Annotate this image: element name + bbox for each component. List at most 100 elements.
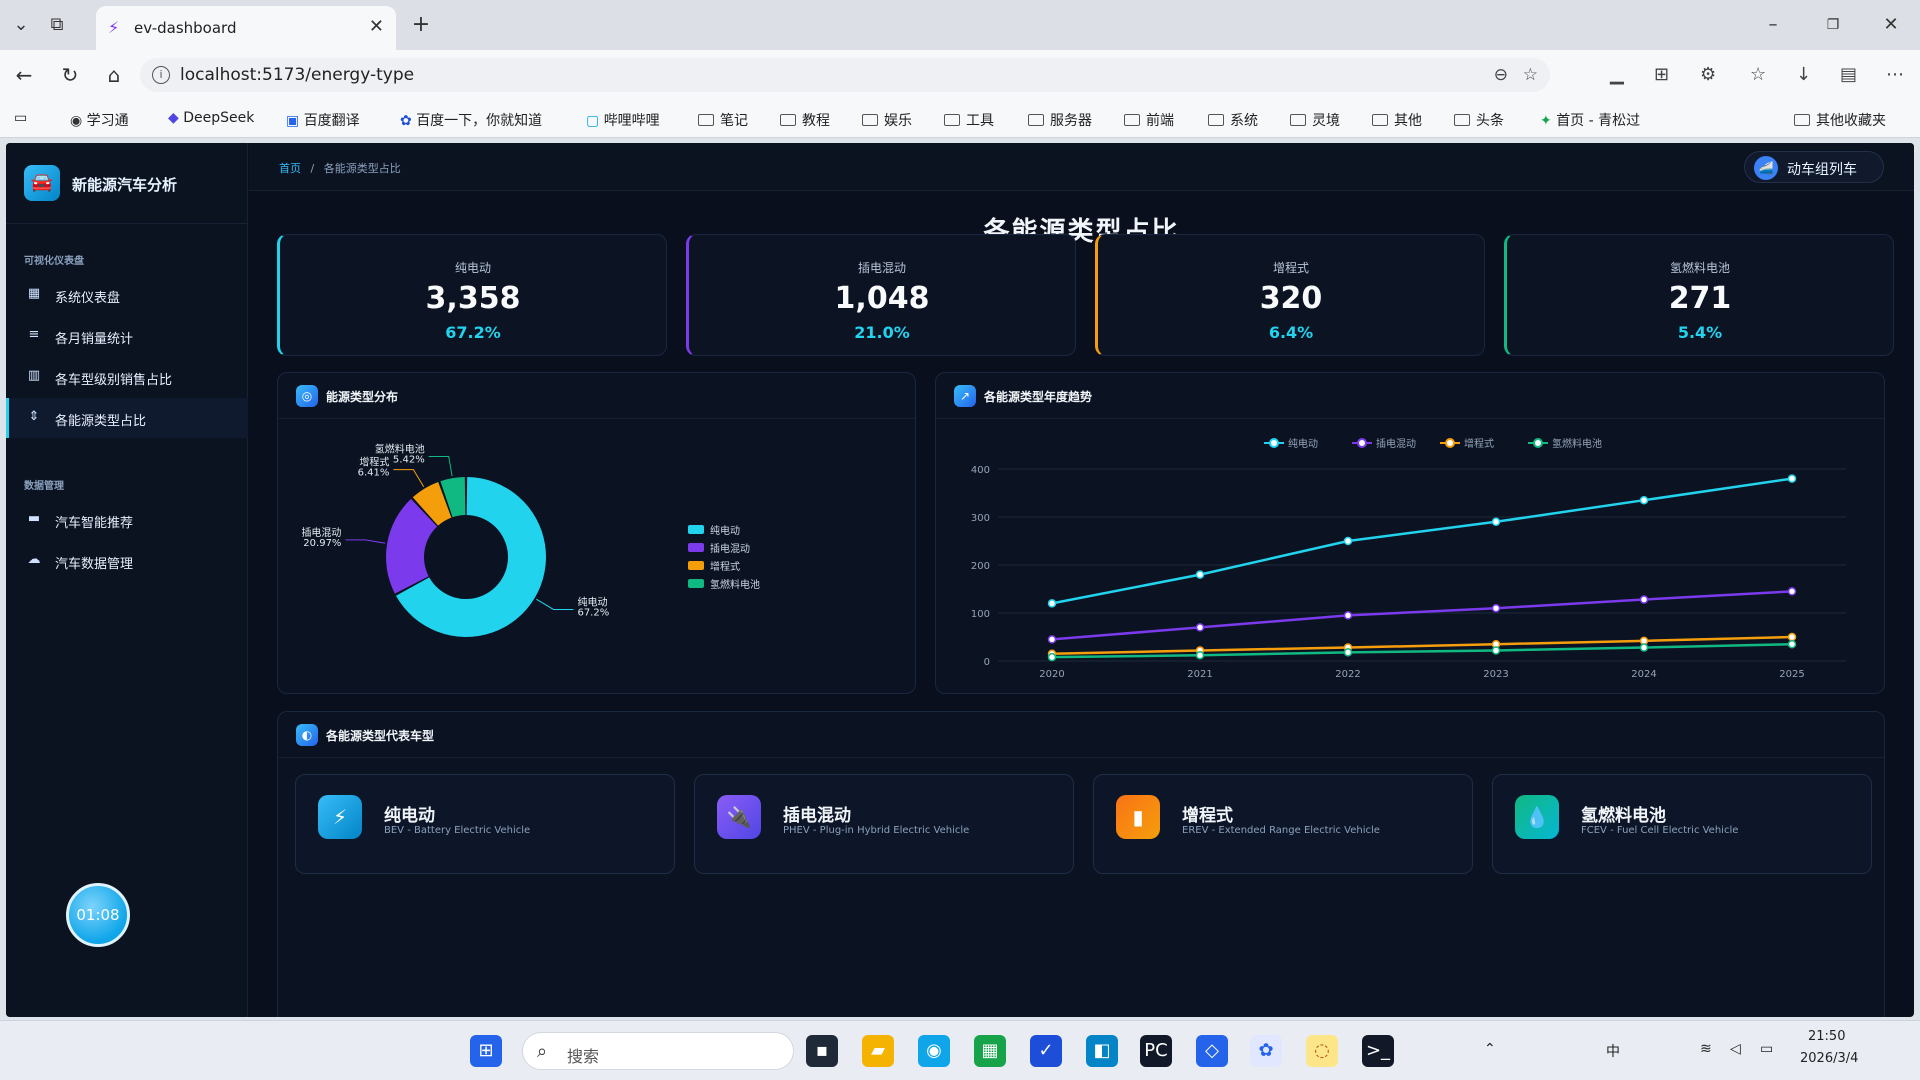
model-card-fcev[interactable]: 💧 氢燃料电池 FCEV - Fuel Cell Electric Vehicl… [1492,774,1872,874]
app-icon[interactable]: ◧ [1086,1035,1118,1067]
pycharm-icon[interactable]: PC [1140,1035,1172,1067]
edge-icon[interactable]: ◉ [918,1035,950,1067]
user-menu[interactable]: 🚄 动车组列车 [1744,151,1884,183]
bookmark-folder[interactable]: 头条 [1454,110,1504,130]
stat-label: 插电混动 [857,261,906,275]
bookmark-toggle-icon[interactable]: ▭ [14,110,27,126]
start-icon[interactable]: ⊞ [470,1035,502,1067]
home-icon[interactable]: ⌂ [100,63,128,87]
extensions-icon[interactable]: ⚙ [1700,64,1716,85]
close-tab-icon[interactable]: ✕ [369,16,384,37]
vscode-icon[interactable]: ◇ [1196,1035,1228,1067]
site-info-icon[interactable]: i [152,66,170,84]
app-icon[interactable]: ✓ [1030,1035,1062,1067]
app-icon[interactable]: ✿ [1250,1035,1282,1067]
cloud-icon: ☁ [27,552,41,567]
excel-icon[interactable]: ▦ [974,1035,1006,1067]
sidebar-item-monthly-sales[interactable]: ≡ 各月销量统计 [6,316,248,356]
file-explorer-icon[interactable]: ▰ [862,1035,894,1067]
url-field[interactable]: i localhost:5173/energy-type ⊖ ☆ [140,58,1550,92]
download-icon[interactable]: ↓ [1796,64,1811,85]
extension-icon[interactable]: ▁ [1610,64,1624,85]
bookmark-folder[interactable]: 灵境 [1290,110,1340,130]
top-bar: 首页 / 各能源类型占比 🚄 动车组列车 [249,143,1914,191]
panel-header: ◐ 各能源类型代表车型 [278,712,1884,758]
data-point [1787,587,1797,596]
legend-label: 插电混动 [710,542,750,555]
back-icon[interactable]: ← [10,63,38,87]
sidebar-item-recommend[interactable]: ▬ 汽车智能推荐 [6,500,248,540]
model-card-phev[interactable]: 🔌 插电混动 PHEV - Plug-in Hybrid Electric Ve… [694,774,1074,874]
favorite-star-icon[interactable]: ☆ [1523,65,1538,85]
breadcrumb-current: 各能源类型占比 [323,162,401,175]
other-bookmarks[interactable]: 其他收藏夹 [1794,110,1886,130]
translate-icon[interactable]: ⊞ [1654,64,1669,85]
data-point [1195,570,1205,579]
x-tick-label: 2021 [1187,669,1212,680]
bookmark-item[interactable]: ✿ 百度一下，你就知道 [400,110,542,130]
bookmark-item[interactable]: ▣ 百度翻译 [286,110,360,130]
bookmark-folder[interactable]: 教程 [780,110,830,130]
search-icon: ⌕ [537,1041,548,1062]
bookmark-folder[interactable]: 笔记 [698,110,748,130]
tray-chevron-icon[interactable]: ⌃ [1484,1041,1496,1057]
more-icon[interactable]: ⋯ [1886,64,1904,85]
sidebar-item-data-manage[interactable]: ☁ 汽车数据管理 [6,541,248,581]
new-tab-icon[interactable]: + [408,12,434,38]
bookmark-folder[interactable]: 系统 [1208,110,1258,130]
bookmark-folder[interactable]: 服务器 [1028,110,1092,130]
profile-icon[interactable]: ▤ [1840,64,1857,85]
taskbar-search[interactable]: ⌕ 搜索 [522,1032,794,1070]
favorites-icon[interactable]: ☆ [1750,64,1766,85]
browser-tab[interactable]: ⚡ ev-dashboard ✕ [96,6,396,50]
sidebar-item-dashboard[interactable]: ▦ 系统仪表盘 [6,275,248,315]
stat-card-fcev: 氢燃料电池 271 5.4% [1504,234,1894,356]
timer-badge[interactable]: 01:08 [66,883,130,947]
sidebar-item-energy-type[interactable]: ⇕ 各能源类型占比 [6,398,248,438]
bookmarks-bar: ▭ ◉ 学习通 ◆ DeepSeek ▣ 百度翻译 ✿ 百度一下，你就知道 ▢ … [0,100,1920,138]
workspaces-icon[interactable]: ⧉ [44,12,70,38]
maximize-icon[interactable]: ❐ [1820,12,1846,38]
minimize-icon[interactable]: – [1760,12,1786,38]
chart-icon: ▥ [27,368,41,383]
breadcrumb: 首页 / 各能源类型占比 [279,160,401,176]
tab-list-icon[interactable]: ⌄ [8,12,34,38]
wifi-icon[interactable]: ≋ [1700,1041,1712,1057]
ime-indicator[interactable]: 中 [1606,1041,1620,1061]
y-tick-label: 0 [984,657,990,668]
battery-icon[interactable]: ▭ [1760,1041,1773,1057]
bookmark-item[interactable]: ▢ 哔哩哔哩 [586,110,660,130]
reload-icon[interactable]: ↻ [56,63,84,87]
terminal-icon[interactable]: >_ [1362,1035,1394,1067]
bookmark-folder[interactable]: 前端 [1124,110,1174,130]
bookmark-folder[interactable]: 工具 [944,110,994,130]
close-window-icon[interactable]: ✕ [1878,12,1904,38]
sort-icon: ⇕ [28,409,40,424]
model-card-erev[interactable]: ▮ 增程式 EREV - Extended Range Electric Veh… [1093,774,1473,874]
model-card-bev[interactable]: ⚡ 纯电动 BEV - Battery Electric Vehicle [295,774,675,874]
bookmark-folder[interactable]: 其他 [1372,110,1422,130]
panel-header: ↗ 各能源类型年度趋势 [936,373,1884,419]
bookmark-item[interactable]: ◆ DeepSeek [168,110,254,126]
task-view-icon[interactable]: ▪ [806,1035,838,1067]
clock-date[interactable]: 2026/3/4 [1800,1051,1858,1066]
sidebar-group-label: 可视化仪表盘 [24,256,84,267]
sidebar-item-vehicle-class[interactable]: ▥ 各车型级别销售占比 [6,357,248,397]
bookmark-folder[interactable]: 娱乐 [862,110,912,130]
url-text: localhost:5173/energy-type [180,65,415,85]
app-icon[interactable]: ◌ [1306,1035,1338,1067]
volume-icon[interactable]: ◁ [1730,1041,1741,1057]
grid-icon: ▦ [27,286,41,301]
app-window: 🚘 新能源汽车分析 可视化仪表盘 ▦ 系统仪表盘 ≡ 各月销量统计 ▥ 各车型级别销售… [6,143,1914,1017]
zoom-icon[interactable]: ⊖ [1494,65,1508,85]
bookmark-item[interactable]: ✦ 首页 - 青松过 [1540,110,1640,130]
stat-value: 1,048 [834,281,930,316]
x-tick-label: 2024 [1631,669,1656,680]
chart-badge-icon: ◎ [296,385,318,407]
breadcrumb-home[interactable]: 首页 [279,162,301,175]
bookmark-item[interactable]: ◉ 学习通 [70,110,129,130]
legend-label: 增程式 [710,560,740,573]
taskbar: ⊞ ⌕ 搜索 ▪ ▰ ◉ ▦ ✓ ◧ PC ◇ ✿ ◌ >_ ⌃ 中 ≋ ◁ ▭… [0,1020,1920,1080]
clock-time[interactable]: 21:50 [1808,1029,1845,1044]
line-chart: 0 100 200 300 400 2020 2021 2022 2023 2024 2025 纯电动… [971,437,1846,680]
